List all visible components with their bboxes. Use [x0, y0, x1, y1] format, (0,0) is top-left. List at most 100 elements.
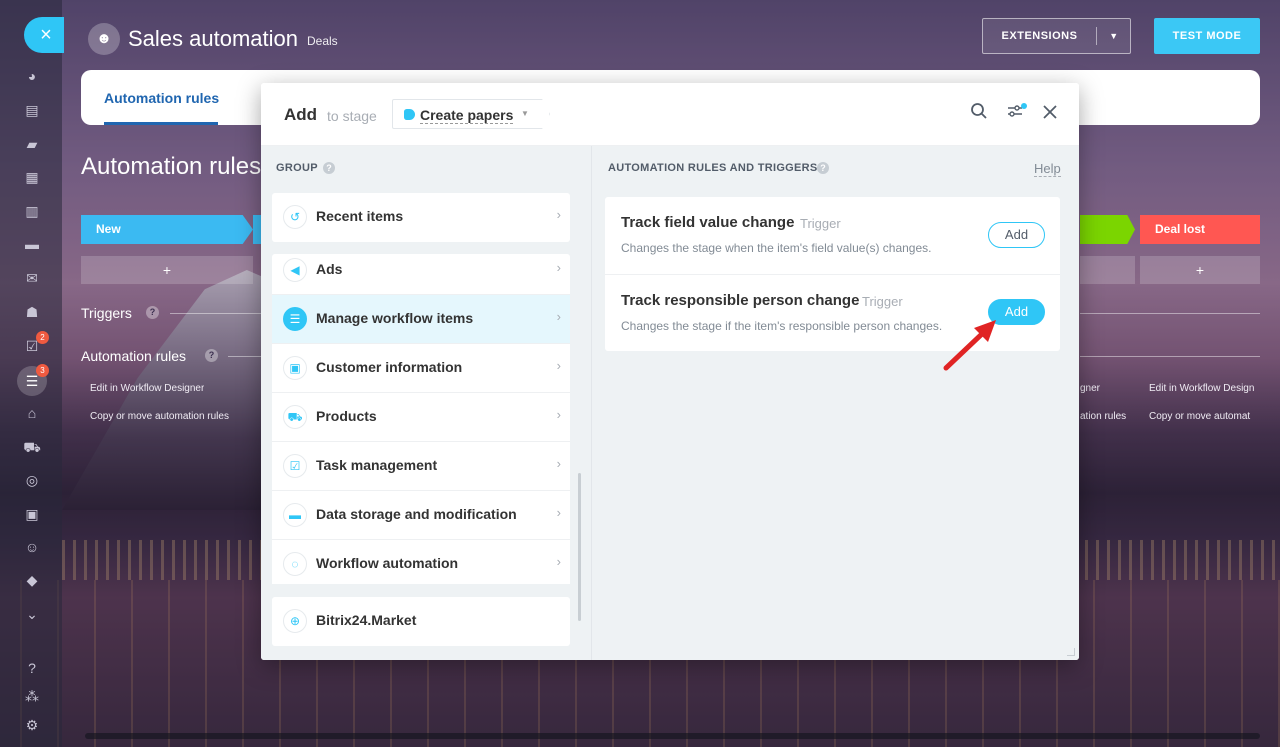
settings-gear-icon[interactable]: ⚙ — [23, 716, 41, 734]
target-icon[interactable]: ◎ — [23, 471, 41, 489]
groups-icon[interactable]: ☗ — [23, 303, 41, 321]
group-label: Data storage and modification — [316, 506, 517, 522]
page-subtitle: Deals — [307, 34, 338, 48]
group-list: ◀ Ads › ☰ Manage workflow items › ▣ Cust… — [272, 254, 570, 584]
group-ads[interactable]: ◀ Ads › — [272, 254, 570, 295]
market-card: ⊕ Bitrix24.Market — [272, 597, 570, 646]
group-data-storage[interactable]: ▬ Data storage and modification › — [272, 491, 570, 540]
mail-icon[interactable]: ✉ — [23, 269, 41, 287]
workflow-icon: ◌ — [283, 552, 307, 576]
question-icon[interactable]: ? — [205, 349, 218, 362]
document-icon[interactable]: ▥ — [23, 202, 41, 220]
close-icon[interactable] — [1038, 102, 1062, 126]
rules-header: AUTOMATION RULES AND TRIGGERS — [608, 162, 818, 174]
group-list-scrollbar[interactable] — [578, 473, 581, 621]
more-chevron-icon[interactable]: ⌄ — [23, 605, 41, 623]
group-task-management[interactable]: ☑ Task management › — [272, 442, 570, 491]
close-slider-button[interactable]: × — [24, 17, 64, 53]
stage-won[interactable] — [1080, 215, 1135, 244]
search-icon[interactable] — [967, 102, 991, 126]
chevron-down-icon[interactable]: ▼ — [1097, 19, 1131, 53]
chevron-right-icon: › — [556, 358, 561, 373]
rule-tag: Trigger — [862, 294, 903, 309]
recent-icon: ↺ — [283, 205, 307, 229]
section-heading: Automation rules a — [81, 153, 282, 180]
stage-new[interactable]: New — [81, 215, 253, 244]
help-icon[interactable]: ? — [23, 659, 41, 677]
add-rule-plus-button[interactable]: + — [1140, 256, 1260, 284]
pie-chart-icon[interactable]: ◕ — [23, 67, 41, 85]
group-label: Workflow automation — [316, 555, 459, 571]
add-rule-plus-button[interactable] — [1080, 256, 1135, 284]
drive-icon[interactable]: ▬ — [23, 235, 41, 253]
stage-selector[interactable]: Create papers ▼ — [392, 99, 550, 129]
box-icon[interactable]: ◆ — [23, 571, 41, 589]
rule-tag: Trigger — [800, 216, 841, 231]
stage-deal-lost[interactable]: Deal lost — [1140, 215, 1260, 244]
add-rule-plus-button[interactable]: + — [81, 256, 253, 284]
copy-move-rules-link[interactable]: Copy or move automat — [1149, 411, 1260, 422]
to-stage-label: to stage — [327, 108, 377, 124]
chevron-right-icon: › — [556, 260, 561, 275]
resize-handle[interactable] — [1067, 648, 1075, 656]
copy-move-rules-link[interactable]: ation rules — [1080, 411, 1126, 422]
edit-in-designer-link[interactable]: Edit in Workflow Design — [1149, 383, 1260, 394]
filter-active-indicator — [1021, 103, 1027, 109]
group-customer-information[interactable]: ▣ Customer information › — [272, 344, 570, 393]
triggers-label: Triggers — [81, 305, 132, 321]
chevron-right-icon: › — [556, 309, 561, 324]
tab-automation-rules[interactable]: Automation rules — [104, 90, 219, 106]
robot-icon[interactable]: ☺ — [23, 538, 41, 556]
chevron-right-icon: › — [556, 456, 561, 471]
group-header: GROUP — [276, 162, 318, 174]
funnel-icon: ☰ — [283, 307, 307, 331]
stage-selector-value: Create papers — [420, 107, 514, 124]
chevron-down-icon: ▼ — [521, 109, 529, 118]
horizontal-scrollbar[interactable] — [85, 733, 1260, 739]
page-title: Sales automation — [128, 26, 298, 51]
edit-in-designer-link[interactable]: gner — [1080, 383, 1100, 394]
bank-icon[interactable]: ⌂ — [23, 404, 41, 422]
feed-icon[interactable]: ▤ — [23, 101, 41, 119]
rule-description: Changes the stage when the item's field … — [621, 241, 932, 255]
test-mode-button[interactable]: TEST MODE — [1154, 18, 1260, 54]
group-workflow-automation[interactable]: ◌ Workflow automation › — [272, 540, 570, 584]
question-icon[interactable]: ? — [323, 162, 335, 174]
rule-description: Changes the stage if the item's responsi… — [621, 319, 943, 333]
shop-cart-icon[interactable]: ⛟ — [23, 438, 41, 456]
chevron-right-icon: › — [556, 554, 561, 569]
group-bitrix24-market[interactable]: ⊕ Bitrix24.Market — [272, 597, 570, 646]
group-label: Products — [316, 408, 377, 424]
left-sidebar: ◕ ▤ ▰ ▦ ▥ ▬ ✉ ☗ ☑ 2 ☰ 3 ⌂ ⛟ ◎ ▣ ☺ ◆ ⌄ ? … — [0, 0, 62, 747]
help-link[interactable]: Help — [1034, 161, 1061, 177]
automation-rules-label: Automation rules — [81, 348, 187, 364]
add-button[interactable]: Add — [988, 222, 1045, 248]
group-products[interactable]: ⛟ Products › — [272, 393, 570, 442]
storage-icon: ▬ — [283, 503, 307, 527]
chat-icon[interactable]: ▰ — [23, 135, 41, 153]
question-icon[interactable]: ? — [146, 306, 159, 319]
close-icon: × — [40, 24, 52, 46]
contact-card-icon: ▣ — [283, 356, 307, 380]
rules-column: AUTOMATION RULES AND TRIGGERS ? Help Tra… — [591, 146, 1079, 660]
group-recent-items[interactable]: ↺ Recent items › — [272, 193, 570, 242]
edit-in-designer-link[interactable]: Edit in Workflow Designer — [90, 383, 204, 394]
rule-track-field-value: Track field value change Trigger Changes… — [605, 197, 1060, 274]
group-label: Bitrix24.Market — [316, 612, 417, 628]
group-label: Recent items — [316, 208, 404, 224]
group-manage-workflow-items[interactable]: ☰ Manage workflow items › — [272, 295, 570, 344]
chevron-right-icon: › — [556, 505, 561, 520]
calendar-icon[interactable]: ▦ — [23, 168, 41, 186]
popup-title: Add — [284, 105, 318, 124]
popup-header: Add to stage Create papers ▼ — [261, 83, 1079, 146]
extensions-button[interactable]: EXTENSIONS ▼ — [982, 18, 1131, 54]
market-bag-icon: ⊕ — [283, 609, 307, 633]
structure-icon[interactable]: ⁂ — [23, 687, 41, 705]
copy-move-rules-link[interactable]: Copy or move automation rules — [90, 411, 229, 422]
task-icon: ☑ — [283, 454, 307, 478]
group-column: GROUP ? ↺ Recent items › ◀ Ads › ☰ Manag… — [261, 146, 591, 660]
question-icon[interactable]: ? — [817, 162, 829, 174]
recent-items-card: ↺ Recent items › — [272, 193, 570, 242]
group-label: Manage workflow items — [316, 310, 474, 326]
contact-center-icon[interactable]: ▣ — [23, 505, 41, 523]
